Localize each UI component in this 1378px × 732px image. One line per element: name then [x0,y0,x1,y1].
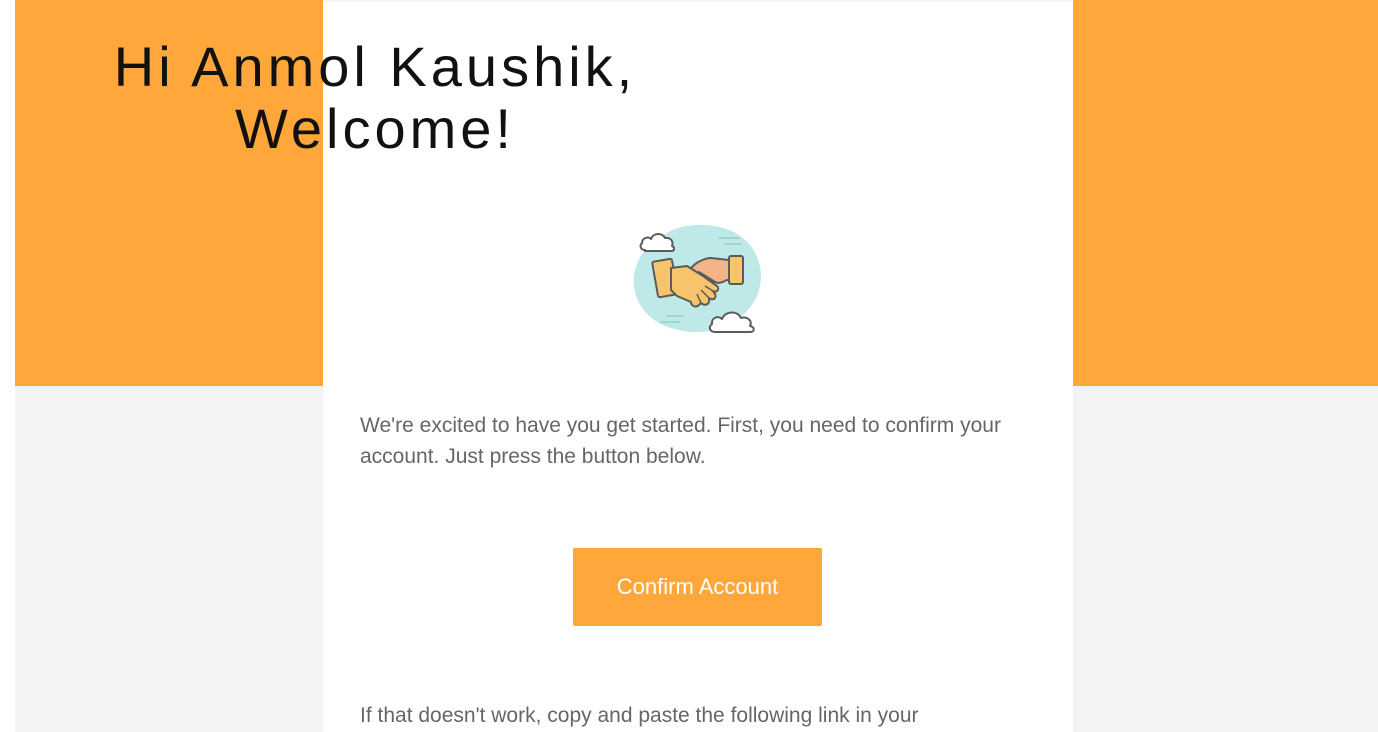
welcome-heading-line-1: Hi Anmol Kaushik, [113,35,637,98]
intro-paragraph: We're excited to have you get started. F… [360,414,1001,468]
welcome-heading-line-2: Welcome! [235,97,515,160]
welcome-heading: Hi Anmol Kaushik, Welcome! [0,36,750,160]
handshake-icon [627,220,772,340]
confirm-account-button[interactable]: Confirm Account [573,548,822,626]
email-page: Hi Anmol Kaushik, Welcome! We're excited… [0,0,1378,732]
fallback-link-paragraph: If that doesn't work, copy and paste the… [360,704,919,727]
